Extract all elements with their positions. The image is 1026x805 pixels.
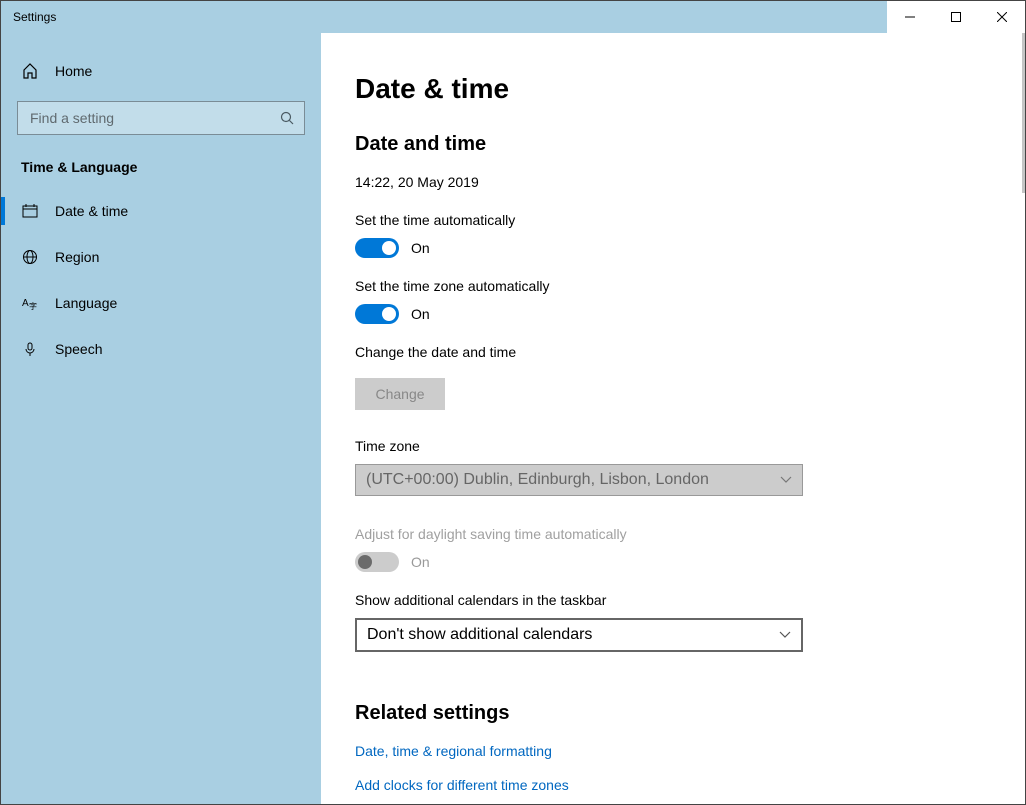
sidebar-item-label: Region	[55, 249, 99, 265]
sidebar-section-title: Time & Language	[17, 159, 305, 175]
auto-timezone-state: On	[411, 306, 430, 322]
sidebar-item-language[interactable]: A字 Language	[17, 281, 305, 325]
home-icon	[21, 63, 39, 79]
additional-calendars-label: Show additional calendars in the taskbar	[355, 592, 1025, 608]
change-date-label: Change the date and time	[355, 344, 1025, 360]
sidebar-nav: Date & time Region A字 Language	[17, 189, 305, 371]
dst-setting: Adjust for daylight saving time automati…	[355, 526, 1025, 572]
change-button: Change	[355, 378, 445, 410]
auto-timezone-toggle[interactable]	[355, 304, 399, 324]
home-label: Home	[55, 63, 92, 79]
settings-window: Settings Home	[0, 0, 1026, 805]
maximize-button[interactable]	[933, 1, 979, 33]
language-icon: A字	[21, 295, 39, 311]
sidebar-item-label: Language	[55, 295, 117, 311]
svg-text:A: A	[22, 298, 29, 309]
main-content: Date & time Date and time 14:22, 20 May …	[321, 33, 1025, 804]
sidebar-item-speech[interactable]: Speech	[17, 327, 305, 371]
auto-timezone-setting: Set the time zone automatically On	[355, 278, 1025, 324]
close-button[interactable]	[979, 1, 1025, 33]
timezone-value: (UTC+00:00) Dublin, Edinburgh, Lisbon, L…	[366, 471, 709, 489]
auto-time-state: On	[411, 240, 430, 256]
chevron-down-icon	[779, 631, 791, 639]
sidebar-item-label: Date & time	[55, 203, 128, 219]
microphone-icon	[21, 341, 39, 357]
scrollbar[interactable]	[1022, 33, 1025, 193]
search-input[interactable]	[28, 109, 280, 127]
home-nav[interactable]: Home	[17, 57, 305, 85]
timezone-setting: Time zone (UTC+00:00) Dublin, Edinburgh,…	[355, 438, 1025, 496]
sidebar: Home Time & Language Date & time	[1, 33, 321, 804]
caption-buttons	[887, 1, 1025, 33]
minimize-button[interactable]	[887, 1, 933, 33]
titlebar: Settings	[1, 1, 1025, 33]
auto-time-toggle[interactable]	[355, 238, 399, 258]
auto-time-setting: Set the time automatically On	[355, 212, 1025, 258]
dst-state: On	[411, 554, 430, 570]
timezone-combo: (UTC+00:00) Dublin, Edinburgh, Lisbon, L…	[355, 464, 803, 496]
additional-calendars-combo[interactable]: Don't show additional calendars	[355, 618, 803, 652]
additional-calendars-value: Don't show additional calendars	[367, 626, 592, 644]
related-settings-heading: Related settings	[355, 702, 1025, 725]
window-body: Home Time & Language Date & time	[1, 33, 1025, 804]
search-icon	[280, 111, 294, 125]
search-box[interactable]	[17, 101, 305, 135]
additional-calendars-setting: Show additional calendars in the taskbar…	[355, 592, 1025, 652]
auto-time-label: Set the time automatically	[355, 212, 1025, 228]
chevron-down-icon	[780, 476, 792, 484]
change-date-setting: Change the date and time Change	[355, 344, 1025, 410]
link-additional-clocks[interactable]: Add clocks for different time zones	[355, 777, 1025, 793]
date-time-icon	[21, 203, 39, 219]
page-title: Date & time	[355, 73, 1025, 105]
auto-timezone-label: Set the time zone automatically	[355, 278, 1025, 294]
dst-toggle	[355, 552, 399, 572]
svg-text:字: 字	[29, 301, 37, 311]
sidebar-item-date-time[interactable]: Date & time	[17, 189, 305, 233]
globe-icon	[21, 249, 39, 265]
sidebar-item-region[interactable]: Region	[17, 235, 305, 279]
sidebar-item-label: Speech	[55, 341, 102, 357]
current-datetime: 14:22, 20 May 2019	[355, 174, 1025, 190]
section-heading: Date and time	[355, 133, 1025, 156]
dst-label: Adjust for daylight saving time automati…	[355, 526, 1025, 542]
link-regional-formatting[interactable]: Date, time & regional formatting	[355, 743, 1025, 759]
timezone-label: Time zone	[355, 438, 1025, 454]
window-title: Settings	[13, 10, 56, 24]
